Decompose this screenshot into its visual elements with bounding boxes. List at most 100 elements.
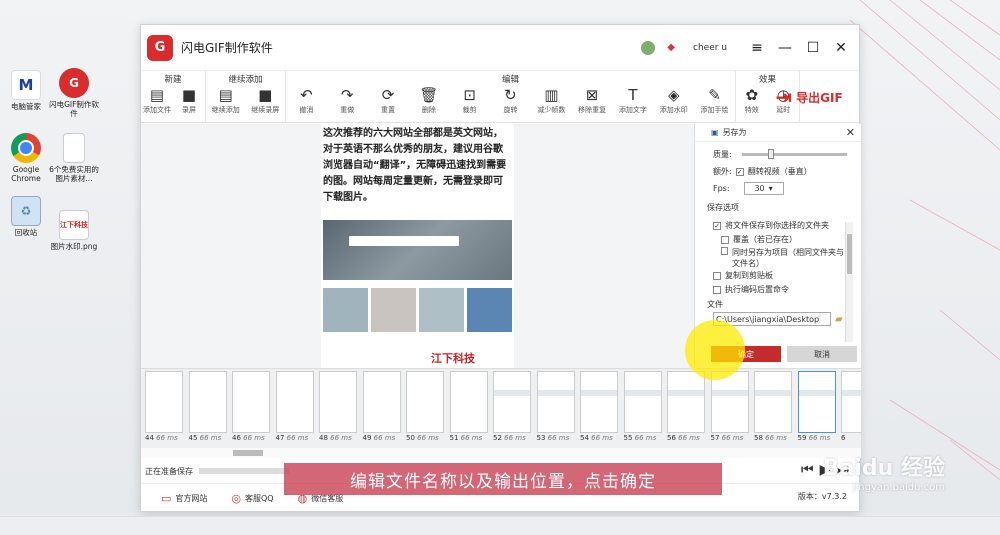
reset-icon: ⟳ xyxy=(381,86,395,104)
footer-link-label: 客服QQ xyxy=(245,494,274,503)
footer-link[interactable]: ◎ 客服QQ xyxy=(231,492,273,505)
monitor-icon: ▭ xyxy=(161,492,172,505)
redo-icon: ↷ xyxy=(340,86,354,104)
frame-label: 45 66 ms xyxy=(189,434,229,442)
frame-thumbnail[interactable]: 59 66 ms xyxy=(797,371,838,446)
save-icon: ▣ xyxy=(711,128,719,137)
panel-scrollbar-thumb[interactable] xyxy=(847,234,852,274)
undo-button[interactable]: ↶ 撤消 xyxy=(286,85,326,115)
crop-button[interactable]: ⊡ 裁剪 xyxy=(450,85,490,115)
flip-checkbox[interactable]: ✓ xyxy=(735,167,744,176)
frame-thumbnail[interactable]: 6 xyxy=(841,371,861,446)
save-option-checkbox[interactable] xyxy=(721,247,728,255)
folder-icon[interactable]: ▰ xyxy=(835,314,843,325)
pen-button[interactable]: ✎ 添加手绘 xyxy=(695,85,735,115)
preview-brand: 江下科技 xyxy=(431,352,475,365)
frame-label: 52 66 ms xyxy=(493,434,533,442)
close-button[interactable]: ✕ xyxy=(833,40,849,56)
username[interactable]: cheer u xyxy=(693,43,727,53)
frame-thumbnail[interactable]: 46 66 ms xyxy=(232,371,272,446)
desktop-icon[interactable]: ♻ 回收站 xyxy=(0,196,52,237)
frame-image xyxy=(145,371,183,433)
footer-link[interactable]: ▭ 官方网站 xyxy=(161,492,207,505)
frame-thumbnail[interactable]: 45 66 ms xyxy=(188,371,229,446)
vip-diamond-icon[interactable]: ◆ xyxy=(667,42,675,53)
frame-thumbnail[interactable]: 54 66 ms xyxy=(580,371,620,446)
save-option-checkbox[interactable]: ✓ xyxy=(713,221,721,230)
frame-thumbnail[interactable]: 56 66 ms xyxy=(667,371,707,446)
frame-image xyxy=(797,371,836,433)
save-option-label: 将文件保存到你选择的文件夹 xyxy=(725,221,829,230)
desktop-icon[interactable]: 江下科技 图片水印.png xyxy=(48,210,100,251)
frame-duration: 66 ms xyxy=(156,434,178,442)
panel-scrollbar[interactable] xyxy=(845,222,853,342)
delete-button[interactable]: 🗑 删除 xyxy=(409,85,449,115)
frames-scrollbar-thumb[interactable] xyxy=(233,450,263,456)
user-avatar[interactable] xyxy=(641,40,656,55)
file-button[interactable]: ▤ 添加文件 xyxy=(141,85,173,115)
baidu-watermark-url: jingyan.baidu.com xyxy=(852,482,945,493)
menu-icon[interactable]: ≡ xyxy=(749,40,765,56)
panel-close-icon[interactable]: ✕ xyxy=(846,126,855,139)
record-button[interactable]: ■ 继续录屏 xyxy=(246,85,286,115)
desktop-icon[interactable]: M 电脑管家 xyxy=(0,70,52,111)
frame-label: 59 66 ms xyxy=(798,434,838,442)
frame-thumbnail[interactable]: 49 66 ms xyxy=(362,371,403,446)
frame-thumbnail[interactable]: 50 66 ms xyxy=(406,371,446,446)
desktop-app-icon: G xyxy=(59,68,89,98)
frame-number: 45 xyxy=(188,434,198,442)
file-icon: ▤ xyxy=(218,86,233,104)
save-option-checkbox[interactable] xyxy=(713,271,721,280)
reduce-frames-button[interactable]: ▥ 减少帧数 xyxy=(531,85,571,115)
save-option-checkbox[interactable] xyxy=(721,235,729,244)
frame-thumbnail[interactable]: 58 66 ms xyxy=(754,371,794,446)
frame-duration: 66 ms xyxy=(199,434,222,442)
desktop-icon[interactable]: 6个免费实用的图片素材... xyxy=(48,133,100,183)
frame-label: 47 66 ms xyxy=(276,434,316,442)
cancel-button[interactable]: 取消 xyxy=(787,346,857,362)
frame-thumbnail[interactable]: 44 66 ms xyxy=(145,371,185,446)
export-gif-button[interactable]: ⇥ 导出GIF xyxy=(759,71,859,123)
caption-banner: 编辑文件名称以及输出位置，点击确定 xyxy=(284,463,722,495)
reset-button[interactable]: ⟳ 重置 xyxy=(368,85,408,115)
maximize-button[interactable]: ☐ xyxy=(805,40,821,56)
tool-label: 删除 xyxy=(421,106,436,114)
quality-slider-knob[interactable] xyxy=(767,149,774,159)
baidu-watermark: Baidu 经验 xyxy=(822,456,945,481)
frame-thumbnail[interactable]: 51 66 ms xyxy=(449,371,490,446)
frame-thumbnail[interactable]: 48 66 ms xyxy=(319,371,359,446)
watermark-button[interactable]: ◈ 添加水印 xyxy=(654,85,694,115)
save-as-title: 另存为 xyxy=(722,128,747,137)
frame-number: 48 xyxy=(319,434,328,442)
record-button[interactable]: ■ 录屏 xyxy=(173,85,205,115)
frame-label: 53 66 ms xyxy=(537,434,577,442)
frame-thumbnail[interactable]: 55 66 ms xyxy=(623,371,664,446)
first-frame-icon[interactable]: ⏮ xyxy=(801,462,814,478)
reduce-frames-icon: ▥ xyxy=(544,86,559,104)
frame-image xyxy=(406,371,444,433)
file-button[interactable]: ▤ 继续添加 xyxy=(206,85,246,115)
save-option-row: 执行编码后置命令 xyxy=(713,284,789,295)
fps-select[interactable]: 30 ▾ xyxy=(743,182,784,195)
frame-thumbnail[interactable]: 52 66 ms xyxy=(493,371,533,446)
canvas-area[interactable]: 这次推荐的六大网站全部都是英文网站，对于英语不那么优秀的朋友，建议用谷歌浏览器自… xyxy=(141,124,694,368)
frame-image xyxy=(319,371,357,433)
frame-thumbnail[interactable]: 53 66 ms xyxy=(536,371,577,446)
desktop-app-icon: 江下科技 xyxy=(59,210,89,240)
desktop-icon[interactable]: Google Chrome xyxy=(0,133,52,183)
desktop-icon[interactable]: G 闪电GIF制作软件 xyxy=(48,68,100,118)
remove-duplicate-button[interactable]: ⊠ 移除重复 xyxy=(572,85,612,115)
minimize-button[interactable]: — xyxy=(777,40,793,56)
text-button[interactable]: T 添加文字 xyxy=(613,85,653,115)
redo-button[interactable]: ↷ 重做 xyxy=(327,85,367,115)
rotate-button[interactable]: ↻ 旋转 xyxy=(490,85,530,115)
frame-label: 49 66 ms xyxy=(363,434,403,442)
save-option-checkbox[interactable] xyxy=(713,285,721,294)
quality-slider[interactable] xyxy=(741,149,847,159)
frame-thumbnail[interactable]: 57 66 ms xyxy=(710,371,751,446)
frames-scrollbar[interactable] xyxy=(141,448,861,458)
frame-duration: 66 ms xyxy=(460,434,483,442)
frame-thumbnail[interactable]: 47 66 ms xyxy=(275,371,316,446)
frame-image xyxy=(623,371,662,433)
ribbon-toolbar: 新建 ▤ 添加文件 ■ 录屏 继续添加 ▤ 继续添加 ■ 继续录屏 编辑 ↶ 撤消 ↷ 重做 ⟳ 重置 🗑 删除 ⊡ 裁… xyxy=(141,71,859,123)
